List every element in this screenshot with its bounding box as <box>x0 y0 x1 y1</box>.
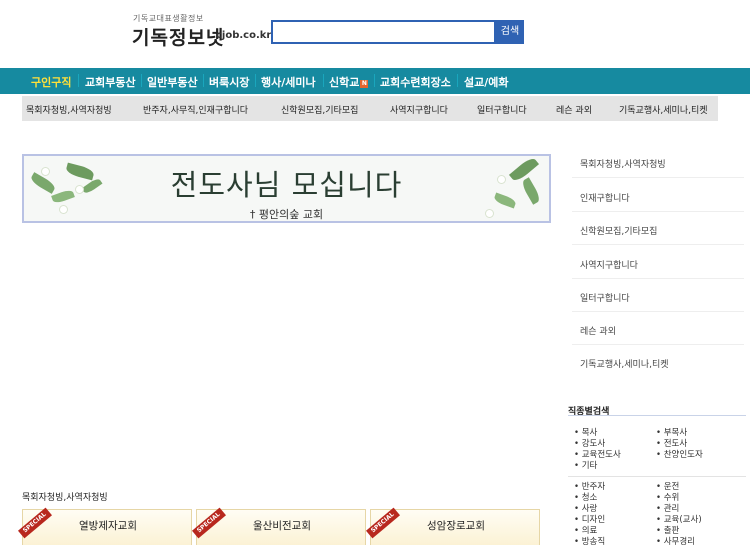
search-button[interactable]: 검색 <box>496 20 524 44</box>
sidebar-divider <box>572 278 744 279</box>
job-label: 방송직 <box>581 537 606 545</box>
section-title: 목회자청빙,사역자청빙 <box>22 493 108 503</box>
banner-title: 전도사님 모십니다 <box>170 168 403 202</box>
nav-item-sermon[interactable]: 설교/예화 <box>464 74 509 90</box>
job-link[interactable]: • 찬양인도자 <box>656 448 703 460</box>
sidebar-item-lesson[interactable]: 레슨 과외 <box>580 324 616 337</box>
sidebar-divider <box>572 211 744 212</box>
sidebar-item-ministry-seek[interactable]: 사역지구합니다 <box>580 258 638 271</box>
subnav-item-lesson[interactable]: 레슨 과외 <box>556 103 592 116</box>
special-listing-card[interactable]: SPECIAL 열방제자교회 <box>17 507 192 545</box>
nav-item-general-realestate[interactable]: 일반부동산 <box>147 74 198 90</box>
subnav-item-staff[interactable]: 반주자,사무직,인재구합니다 <box>143 103 248 116</box>
nav-divider <box>78 74 79 87</box>
site-domain: cjob.co.kr <box>216 30 272 41</box>
sidebar-item-pastor[interactable]: 목회자청빙,사역자청빙 <box>580 157 666 170</box>
job-search-underline <box>568 415 746 416</box>
nav-divider <box>457 74 458 87</box>
search-input[interactable] <box>271 20 496 44</box>
sidebar-divider <box>572 344 744 345</box>
subnav-item-seminary[interactable]: 신학원모집,기타모집 <box>281 103 358 116</box>
nav-item-job[interactable]: 구인구직 <box>31 74 71 90</box>
sidebar-divider <box>572 177 744 178</box>
nav-divider <box>323 74 324 87</box>
nav-item-retreat[interactable]: 교회수련회장소 <box>380 74 451 90</box>
site-header: 기독교대표생활정보 기독정보넷 cjob.co.kr 검색 <box>0 0 750 68</box>
job-link[interactable]: • 방송직 <box>574 535 605 545</box>
subnav-item-pastor[interactable]: 목회자청빙,사역자청빙 <box>26 103 112 116</box>
sidebar-item-work-seek[interactable]: 일터구합니다 <box>580 291 630 304</box>
special-listing-card[interactable]: SPECIAL 성암장로교회 <box>365 507 540 545</box>
nav-item-fleamarket[interactable]: 벼룩시장 <box>209 74 249 90</box>
nav-item-seminary[interactable]: 신학교 N <box>329 74 369 90</box>
nav-divider <box>141 74 142 87</box>
subnav-item-work-seek[interactable]: 일터구합니다 <box>477 103 527 116</box>
sidebar-item-events[interactable]: 기독교행사,세미나,티켓 <box>580 357 669 370</box>
church-name: 울산비전교회 <box>253 520 311 532</box>
job-link[interactable]: • 사무경리 <box>656 535 695 545</box>
nav-divider <box>203 74 204 87</box>
subnav-item-events[interactable]: 기독교행사,세미나,티켓 <box>619 103 708 116</box>
church-name: 열방제자교회 <box>79 520 137 532</box>
nav-divider <box>255 74 256 87</box>
nav-item-seminary-label: 신학교 <box>329 76 360 89</box>
sidebar-divider <box>572 311 744 312</box>
subnav-item-ministry-seek[interactable]: 사역지구합니다 <box>390 103 448 116</box>
sidebar-item-talent[interactable]: 인재구합니다 <box>580 191 630 204</box>
sidebar-divider <box>572 244 744 245</box>
nav-item-events[interactable]: 행사/세미나 <box>261 74 316 90</box>
nav-divider <box>374 74 375 87</box>
main-nav: 구인구직 교회부동산 일반부동산 벼룩시장 행사/세미나 신학교 N 교회수련회장… <box>0 68 750 94</box>
recruit-banner[interactable]: 전도사님 모십니다 † 평안의숲 교회 <box>22 154 551 223</box>
nav-item-church-realestate[interactable]: 교회부동산 <box>85 74 136 90</box>
job-label: 찬양인도자 <box>663 450 703 460</box>
job-label: 사무경리 <box>663 537 695 545</box>
church-name: 성암장로교회 <box>427 520 485 532</box>
sidebar-item-seminary[interactable]: 신학원모집,기타모집 <box>580 224 657 237</box>
job-link[interactable]: • 기타 <box>574 459 597 471</box>
job-search-divider <box>568 476 746 477</box>
new-badge: N <box>360 80 369 88</box>
sub-nav: 목회자청빙,사역자청빙 반주자,사무직,인재구합니다 신학원모집,기타모집 사역… <box>22 96 718 121</box>
banner-church-name: † 평안의숲 교회 <box>249 208 324 221</box>
special-listing-card[interactable]: SPECIAL 울산비전교회 <box>191 507 366 545</box>
site-logo[interactable]: 기독정보넷 <box>132 23 224 50</box>
job-label: 기타 <box>581 461 598 471</box>
